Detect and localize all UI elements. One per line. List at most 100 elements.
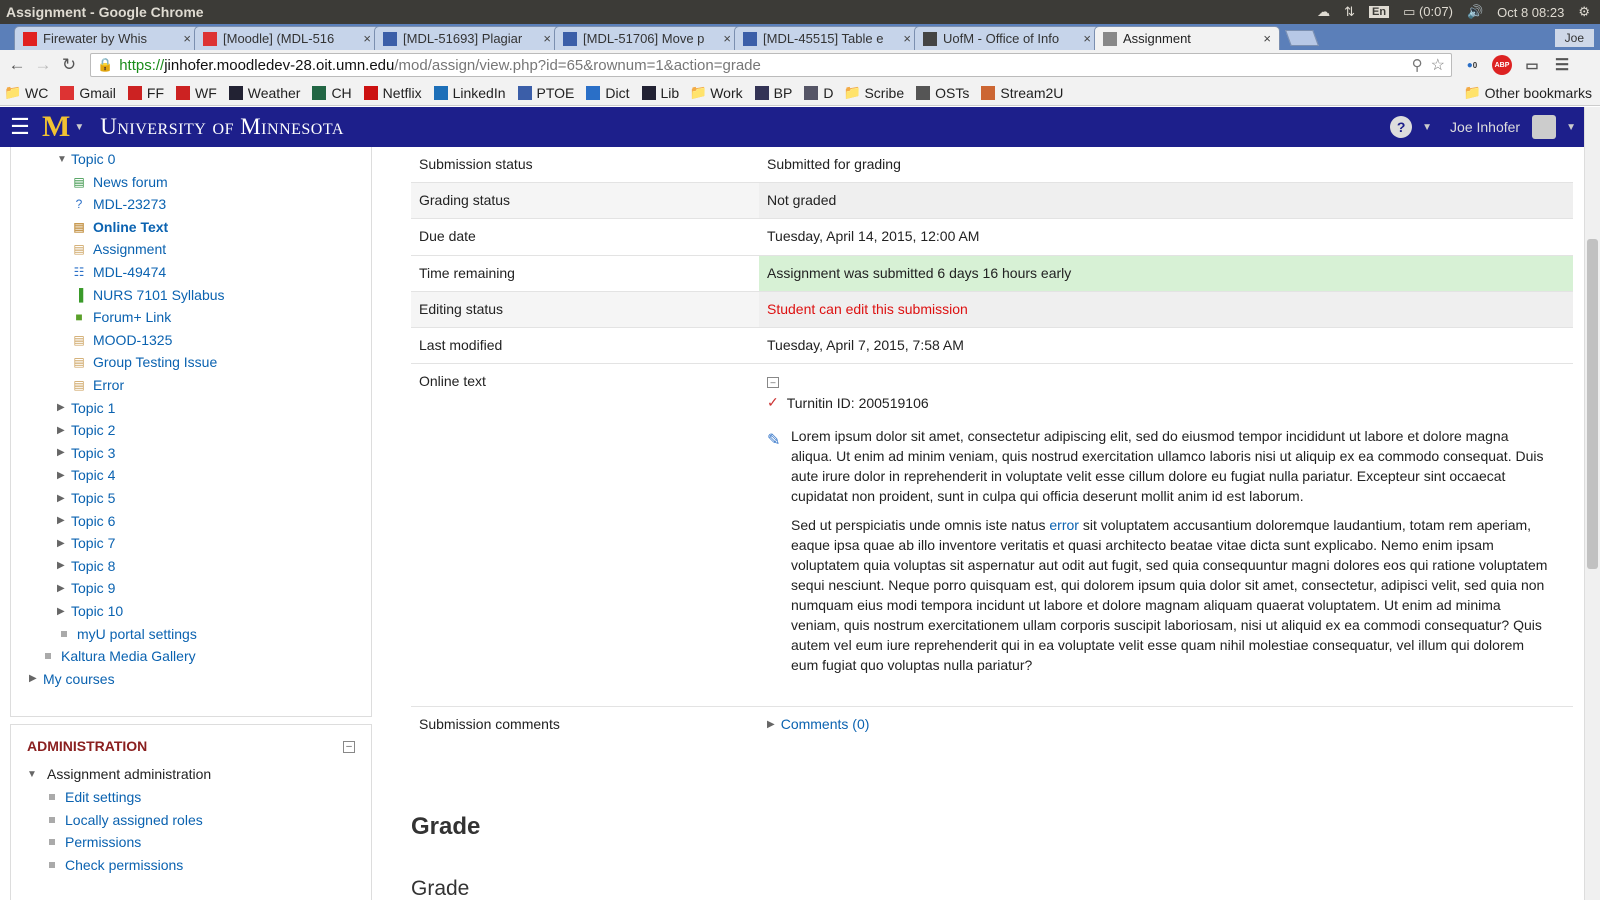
nav-topic[interactable]: ▶ Topic 3 [57,445,115,461]
chrome-menu-icon[interactable]: ☰ [1552,55,1572,75]
bookmark-star-icon[interactable]: ☆ [1431,55,1445,75]
battery-indicator[interactable]: ▭ (0:07) [1403,4,1453,20]
extension-badge-icon[interactable]: ● 0 [1462,55,1482,75]
user-name[interactable]: Joe Inhofer [1450,119,1520,135]
error-link[interactable]: error [1049,517,1079,533]
bookmark-item[interactable]: Weather [228,85,300,101]
comments-link[interactable]: Comments (0) [781,716,870,732]
nav-activity[interactable]: ☷ MDL-49474 [71,264,167,280]
bookmark-item[interactable]: 📁 Scribe [844,84,904,101]
nav-topic[interactable]: ▶ Topic 5 [57,490,115,506]
browser-tab[interactable]: Assignment × [1094,26,1280,50]
collapsed-triangle-icon[interactable]: ▶ [57,402,71,413]
key-icon[interactable]: ⚲ [1412,56,1423,74]
close-icon[interactable]: × [183,31,191,46]
bookmark-item[interactable]: BP [754,85,792,101]
university-name[interactable]: University of Minnesota [100,114,344,140]
user-menu-chevron-down-icon[interactable]: ▼ [1566,122,1576,133]
collapsed-triangle-icon[interactable]: ▶ [29,673,43,684]
close-icon[interactable]: × [903,31,911,46]
chevron-down-icon[interactable]: ▼ [74,122,84,133]
expanded-triangle-icon[interactable]: ▼ [57,154,71,165]
nav-kaltura[interactable]: Kaltura Media Gallery [43,648,196,664]
pencil-edit-icon[interactable]: ✎ [767,430,780,450]
other-bookmarks[interactable]: 📁 Other bookmarks [1464,84,1592,101]
new-tab-button[interactable] [1285,30,1319,46]
cast-icon[interactable]: ▭ [1522,55,1542,75]
admin-link[interactable]: Edit settings [49,789,141,805]
forward-arrow-icon[interactable]: → [32,54,54,76]
bookmark-item[interactable]: OSTs [916,85,969,101]
collapse-icon[interactable]: – [343,741,355,753]
volume-icon[interactable]: 🔊 [1467,4,1483,20]
collapsed-triangle-icon[interactable]: ▶ [57,493,71,504]
bookmark-item[interactable]: Gmail [60,85,116,101]
bookmark-item[interactable]: WF [176,85,217,101]
collapsed-triangle-icon[interactable]: ▶ [57,606,71,617]
nav-activity[interactable]: ▤ Assignment [71,241,166,257]
bookmark-item[interactable]: D [804,85,833,101]
bookmark-item[interactable]: 📁 WC [4,84,48,101]
expanded-triangle-icon[interactable]: ▼ [27,769,41,780]
browser-tab[interactable]: Firewater by Whis × [14,26,200,50]
admin-link[interactable]: Check permissions [49,857,183,873]
bookmark-item[interactable]: Stream2U [981,85,1063,101]
nav-activity[interactable]: ▤ MOOD-1325 [71,332,172,348]
scrollbar-thumb[interactable] [1587,239,1598,569]
dropbox-icon[interactable]: ☁ [1317,4,1330,20]
turnitin-icon[interactable]: ✓ [767,394,779,411]
collapsed-triangle-icon[interactable]: ▶ [57,560,71,571]
hamburger-menu-icon[interactable]: ☰ [0,114,40,140]
nav-activity[interactable]: ? MDL-23273 [71,196,167,212]
collapse-icon[interactable]: – [767,377,779,388]
admin-link[interactable]: Permissions [49,834,141,850]
bookmark-item[interactable]: FF [127,85,164,101]
nav-topic[interactable]: ▶ Topic 7 [57,535,115,551]
bookmark-item[interactable]: LinkedIn [433,85,506,101]
lock-icon[interactable]: 🔒 [97,57,113,73]
keyboard-language[interactable]: En [1369,6,1390,18]
back-arrow-icon[interactable]: ← [6,54,28,76]
nav-topic[interactable]: ▶ Topic 2 [57,422,115,438]
nav-topic[interactable]: ▶ Topic 10 [57,603,123,619]
nav-activity[interactable]: ▤ News forum [71,174,167,190]
address-bar[interactable]: 🔒 https://jinhofer.moodledev-28.oit.umn.… [90,53,1452,77]
nav-myu-settings[interactable]: myU portal settings [59,626,197,642]
comments-toggle[interactable]: ▶ Comments (0) [767,716,869,732]
settings-gear-icon[interactable]: ⚙ [1578,4,1590,20]
bookmark-item[interactable]: PTOE [517,85,574,101]
page-scrollbar[interactable] [1584,107,1600,900]
bookmark-item[interactable]: 📁 Work [689,84,742,101]
browser-tab[interactable]: [MDL-51706] Move p × [554,26,740,50]
nav-topic-0[interactable]: ▼ Topic 0 [57,151,115,167]
close-icon[interactable]: × [723,31,731,46]
browser-tab[interactable]: [MDL-45515] Table e × [734,26,920,50]
collapsed-triangle-icon[interactable]: ▶ [57,583,71,594]
assignment-administration[interactable]: ▼ Assignment administration [27,766,211,782]
nav-topic[interactable]: ▶ Topic 9 [57,580,115,596]
close-icon[interactable]: × [1263,31,1271,46]
collapsed-triangle-icon[interactable]: ▶ [57,470,71,481]
nav-my-courses[interactable]: ▶ My courses [29,671,115,687]
collapsed-triangle-icon[interactable]: ▶ [57,515,71,526]
collapsed-triangle-icon[interactable]: ▶ [57,538,71,549]
browser-tab[interactable]: UofM - Office of Info × [914,26,1100,50]
nav-topic[interactable]: ▶ Topic 8 [57,558,115,574]
nav-activity[interactable]: ▤ Online Text [71,219,168,235]
close-icon[interactable]: × [363,31,371,46]
network-icon[interactable]: ⇅ [1344,4,1355,20]
collapsed-triangle-icon[interactable]: ▶ [57,425,71,436]
adblock-icon[interactable]: ABP [1492,55,1512,75]
profile-button[interactable]: Joe [1554,29,1594,47]
close-icon[interactable]: × [543,31,551,46]
help-icon[interactable]: ? [1390,116,1413,138]
nav-activity[interactable]: ▤ Error [71,377,124,393]
nav-topic[interactable]: ▶ Topic 6 [57,513,115,529]
nav-topic[interactable]: ▶ Topic 1 [57,400,115,416]
nav-topic[interactable]: ▶ Topic 4 [57,467,115,483]
clock[interactable]: Oct 8 08:23 [1497,5,1564,20]
nav-activity[interactable]: ▤ Group Testing Issue [71,354,217,370]
bookmark-item[interactable]: CH [312,85,352,101]
nav-activity[interactable]: ■ Forum+ Link [71,309,171,325]
help-chevron-down-icon[interactable]: ▼ [1422,122,1432,133]
